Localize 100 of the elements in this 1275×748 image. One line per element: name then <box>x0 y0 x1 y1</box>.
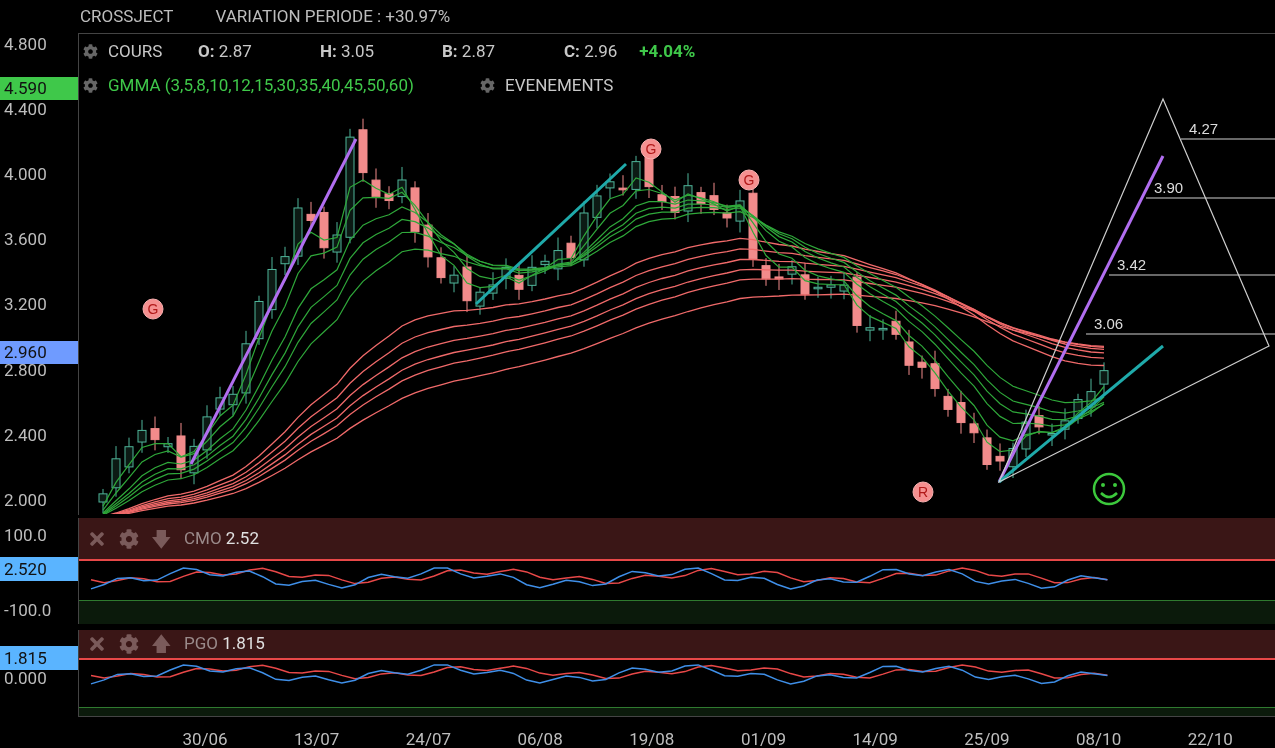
indicator-label: GMMA (3,5,8,10,12,15,30,35,40,45,50,60) <box>108 73 415 97</box>
candlestick <box>579 200 589 268</box>
candlestick <box>1008 442 1018 479</box>
candlestick <box>215 386 225 417</box>
price-marker: 4.590 <box>0 77 78 100</box>
price-change: +4.04% <box>639 40 696 63</box>
candlestick <box>696 186 706 215</box>
candlestick <box>878 318 888 341</box>
ohlc-value: H: 3.05 <box>320 40 376 63</box>
fibonacci-level-label: 3.42 <box>1117 256 1147 273</box>
candlestick <box>982 429 992 471</box>
settings-icon[interactable] <box>83 44 98 60</box>
candlestick <box>592 184 602 229</box>
candlestick <box>410 180 420 244</box>
axis-tick-label: 4.000 <box>4 166 47 184</box>
date-label: 08/10 <box>1076 728 1122 748</box>
indicator-title: PGO 1.815 <box>184 632 265 656</box>
candlestick <box>280 246 290 276</box>
candlestick <box>995 442 1005 472</box>
candlestick <box>1047 423 1057 447</box>
candlestick <box>306 201 316 228</box>
candlestick <box>1099 361 1109 396</box>
candlestick <box>254 295 264 346</box>
fibonacci-level-label: 4.27 <box>1189 120 1219 137</box>
settings-icon[interactable] <box>119 634 139 654</box>
candlestick <box>735 189 745 233</box>
candlestick <box>761 257 771 287</box>
candlestick <box>826 275 836 300</box>
period-variation: VARIATION PERIODE : +30.97% <box>215 4 451 28</box>
candlestick <box>709 182 719 216</box>
event-marker: G <box>640 138 662 160</box>
candlestick <box>527 254 537 292</box>
candlestick <box>501 257 511 290</box>
candlestick <box>202 404 212 460</box>
candlestick <box>774 263 784 291</box>
indicator-value-marker: 1.815 <box>0 646 78 670</box>
candlestick <box>553 237 563 281</box>
candlestick <box>839 271 849 300</box>
candlestick <box>137 419 147 454</box>
settings-icon[interactable] <box>119 528 139 549</box>
axis-tick-label: 2.400 <box>4 426 47 444</box>
candlestick <box>670 186 680 220</box>
candlestick <box>98 488 108 514</box>
ohlc-value: C: 2.96 <box>564 40 618 63</box>
candlestick <box>631 155 641 200</box>
candlestick <box>787 259 797 285</box>
indicator-value-marker: 2.520 <box>0 557 78 581</box>
axis-tick-label: 100.0 <box>4 527 47 544</box>
candlestick <box>566 235 576 267</box>
candlestick <box>150 416 160 451</box>
axis-tick-label: 2.800 <box>4 361 47 379</box>
candlestick <box>111 445 121 498</box>
candlestick <box>358 118 368 183</box>
candlestick <box>618 174 628 197</box>
candlestick <box>1060 407 1070 440</box>
event-marker: G <box>738 169 760 191</box>
candlestick <box>189 438 199 485</box>
candlestick <box>176 422 186 480</box>
candlestick <box>1021 409 1031 458</box>
axis-tick-label: 4.800 <box>4 36 47 53</box>
fibonacci-level-label: 3.06 <box>1094 315 1124 332</box>
candlestick <box>930 350 940 398</box>
close-icon[interactable] <box>87 634 107 654</box>
axis-tick-label: 3.200 <box>4 296 47 314</box>
date-label: 19/08 <box>629 728 675 748</box>
date-label: 14/09 <box>852 728 898 748</box>
date-label: 01/09 <box>740 728 787 748</box>
axis-tick-label: -100.0 <box>4 602 52 619</box>
ohlc-value: B: 2.87 <box>442 40 496 63</box>
candlestick <box>293 197 303 266</box>
candlestick <box>124 437 134 474</box>
event-marker: R <box>912 481 934 503</box>
symbol-name: CROSSJECT <box>80 4 174 28</box>
candlestick <box>423 212 433 268</box>
candlestick <box>1073 393 1083 425</box>
candlestick <box>384 185 394 210</box>
axis-tick-label: 0.000 <box>4 670 47 687</box>
arrow-icon[interactable]: 🡅 <box>151 634 172 654</box>
candlestick <box>540 254 550 275</box>
fibonacci-level-label: 3.90 <box>1154 179 1184 196</box>
candlestick <box>319 206 329 260</box>
date-label: 22/10 <box>1187 728 1233 748</box>
date-label: 13/07 <box>294 728 340 748</box>
legend-label: COURS <box>108 40 164 63</box>
candlestick <box>683 172 693 223</box>
candlestick <box>488 271 498 301</box>
candlestick <box>657 184 667 211</box>
settings-icon[interactable] <box>83 77 98 93</box>
indicator-title: CMO 2.52 <box>184 526 259 550</box>
candlestick <box>917 355 927 380</box>
candlestick <box>1034 405 1044 435</box>
candlestick <box>813 276 823 299</box>
settings-icon[interactable] <box>480 77 495 93</box>
candlestick <box>371 168 381 209</box>
candlestick <box>267 256 277 320</box>
candlestick <box>475 286 485 316</box>
axis-tick-label: 3.600 <box>4 231 47 249</box>
candlestick <box>332 221 342 264</box>
arrow-icon[interactable]: 🡇 <box>151 528 172 549</box>
date-label: 25/09 <box>964 728 1010 748</box>
